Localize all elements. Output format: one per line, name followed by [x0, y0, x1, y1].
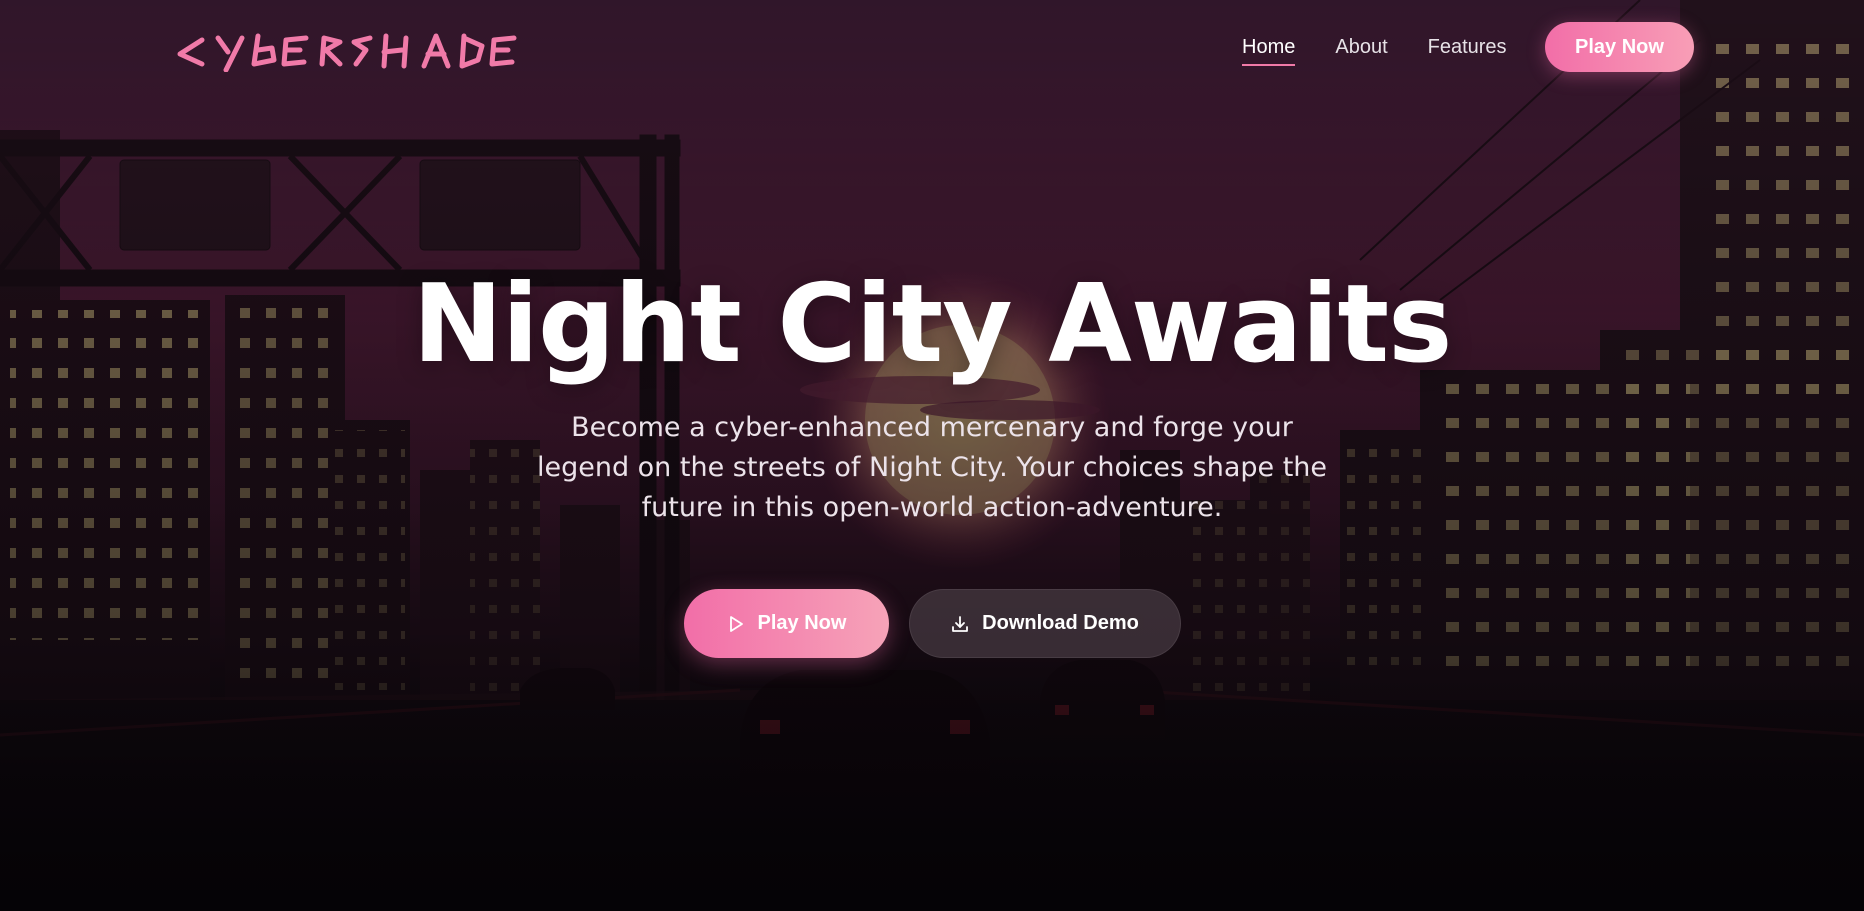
cybershade-logo[interactable] — [174, 28, 558, 73]
landing-page: Home About Features Play Now Night City … — [0, 0, 1864, 911]
play-now-label: Play Now — [757, 612, 847, 634]
download-icon — [950, 614, 970, 634]
hero-title: Night City Awaits — [412, 262, 1453, 387]
nav-link-home[interactable]: Home — [1242, 36, 1296, 66]
download-demo-label: Download Demo — [982, 612, 1139, 634]
nav-play-now-button[interactable]: Play Now — [1545, 22, 1694, 72]
hero-subtitle: Become a cyber-enhanced mercenary and fo… — [536, 412, 1328, 523]
play-icon — [726, 614, 746, 634]
nav-link-about[interactable]: About — [1335, 36, 1387, 59]
top-navbar: Home About Features Play Now — [0, 0, 1864, 96]
hero-actions: Play Now Download Demo — [0, 589, 1864, 658]
play-now-button[interactable]: Play Now — [683, 589, 889, 658]
logo-wordmark — [177, 33, 517, 73]
nav-links: Home About Features — [1242, 36, 1507, 66]
download-demo-button[interactable]: Download Demo — [908, 589, 1181, 658]
nav-link-features[interactable]: Features — [1428, 36, 1507, 59]
